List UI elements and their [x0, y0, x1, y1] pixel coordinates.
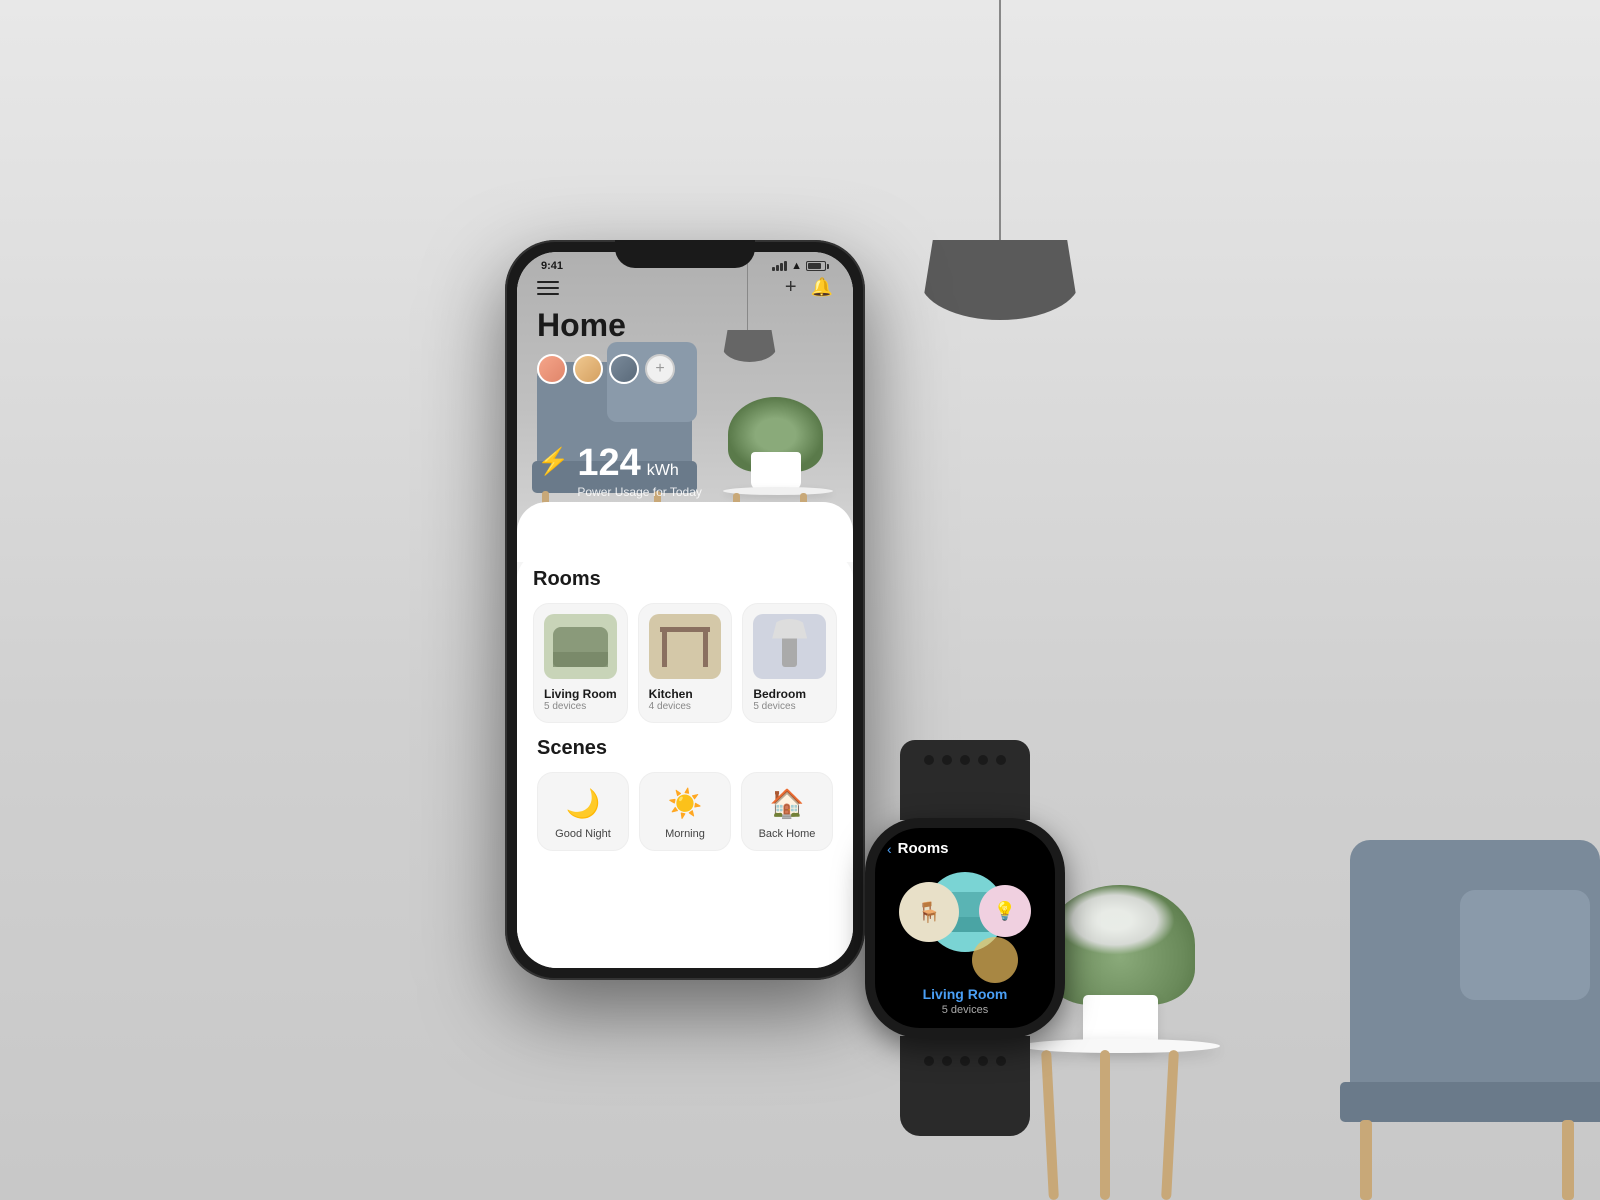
room-name-kitchen: Kitchen [649, 687, 722, 701]
avatar-3[interactable] [609, 354, 639, 384]
white-content-section: Rooms Living Room 5 devices [517, 552, 853, 968]
watch-bubble-bedroom[interactable]: 💡 [979, 885, 1031, 937]
watch-band-holes-top [900, 740, 1030, 765]
scenes-section: Scenes 🌙 Good Night ☀️ Morning 🏠 Ba [533, 723, 837, 851]
avatar-2[interactable] [573, 354, 603, 384]
watch-rooms-title: Rooms [898, 840, 949, 857]
room-devices-bedroom: 5 devices [753, 701, 826, 712]
add-button[interactable]: + [785, 276, 797, 299]
watch-band-bottom [900, 1036, 1030, 1136]
status-bar: 9:41 ▲ [517, 252, 853, 276]
armchair-right [1260, 600, 1600, 1200]
scene-back-home[interactable]: 🏠 Back Home [741, 772, 833, 851]
room-devices-kitchen: 4 devices [649, 701, 722, 712]
watch-bubble-kitchen[interactable]: 🪑 [899, 882, 959, 942]
energy-display: ⚡ 124 kWh Power Usage for Today [537, 442, 702, 499]
avatar-list: + [537, 354, 833, 384]
avatar-1[interactable] [537, 354, 567, 384]
rooms-title: Rooms [533, 568, 837, 591]
room-card-kitchen[interactable]: Kitchen 4 devices [638, 603, 733, 723]
signal-icon [772, 261, 787, 271]
watch-header: ‹ Rooms [887, 840, 1043, 857]
scene-name-night: Good Night [546, 828, 620, 840]
add-avatar-button[interactable]: + [645, 354, 675, 384]
room-card-living[interactable]: Living Room 5 devices [533, 603, 628, 723]
app-overlay: Home + [537, 307, 833, 400]
moon-icon: 🌙 [546, 787, 620, 820]
scenes-title: Scenes [537, 737, 833, 760]
house-icon: 🏠 [750, 787, 824, 820]
rooms-section: Rooms Living Room 5 devices [533, 568, 837, 723]
top-bar: + 🔔 [517, 276, 853, 299]
watch-room-info: Living Room 5 devices [887, 978, 1043, 1016]
watch-rooms-carousel: 🪑 💡 [887, 867, 1043, 978]
status-icons: ▲ [772, 260, 829, 272]
energy-label: Power Usage for Today [577, 485, 702, 499]
watch-screen-content: ‹ Rooms 🪑 [875, 828, 1055, 1028]
room-name-bedroom: Bedroom [753, 687, 826, 701]
room-image-kitchen [649, 614, 722, 679]
scenes-grid: 🌙 Good Night ☀️ Morning 🏠 Back Home [537, 772, 833, 851]
status-time: 9:41 [541, 260, 563, 272]
menu-button[interactable] [537, 281, 559, 295]
room-name-living: Living Room [544, 687, 617, 701]
bolt-icon: ⚡ [537, 446, 569, 477]
room-image-bedroom [753, 614, 826, 679]
watch-band-holes-bottom [900, 1036, 1030, 1066]
watch-body: ‹ Rooms 🪑 [865, 818, 1065, 1038]
header-icons: + 🔔 [785, 276, 833, 299]
room-devices-living: 5 devices [544, 701, 617, 712]
energy-unit: kWh [647, 462, 679, 480]
scene-name-morning: Morning [648, 828, 722, 840]
watch-screen: ‹ Rooms 🪑 [875, 828, 1055, 1028]
room-card-bedroom[interactable]: Bedroom 5 devices [742, 603, 837, 723]
bell-button[interactable]: 🔔 [811, 277, 833, 298]
watch-bubble-extra [972, 937, 1018, 983]
home-title: Home [537, 307, 833, 344]
watch-band-top [900, 740, 1030, 820]
iphone-device: 9:41 ▲ [505, 240, 865, 980]
wifi-icon: ▲ [791, 260, 802, 272]
iphone-screen: 9:41 ▲ [517, 252, 853, 968]
watch-back-icon[interactable]: ‹ [887, 841, 892, 857]
scene-name-backhome: Back Home [750, 828, 824, 840]
room-image-living [544, 614, 617, 679]
main-content: 9:41 ▲ [505, 240, 1095, 1040]
watch-room-name: Living Room [887, 986, 1043, 1002]
apple-watch: ‹ Rooms 🪑 [835, 740, 1095, 1060]
energy-value: 124 [577, 442, 640, 485]
rooms-grid: Living Room 5 devices [533, 603, 837, 723]
watch-room-devices: 5 devices [887, 1004, 1043, 1016]
scene-morning[interactable]: ☀️ Morning [639, 772, 731, 851]
sun-icon: ☀️ [648, 787, 722, 820]
battery-icon [806, 261, 829, 271]
scene-good-night[interactable]: 🌙 Good Night [537, 772, 629, 851]
